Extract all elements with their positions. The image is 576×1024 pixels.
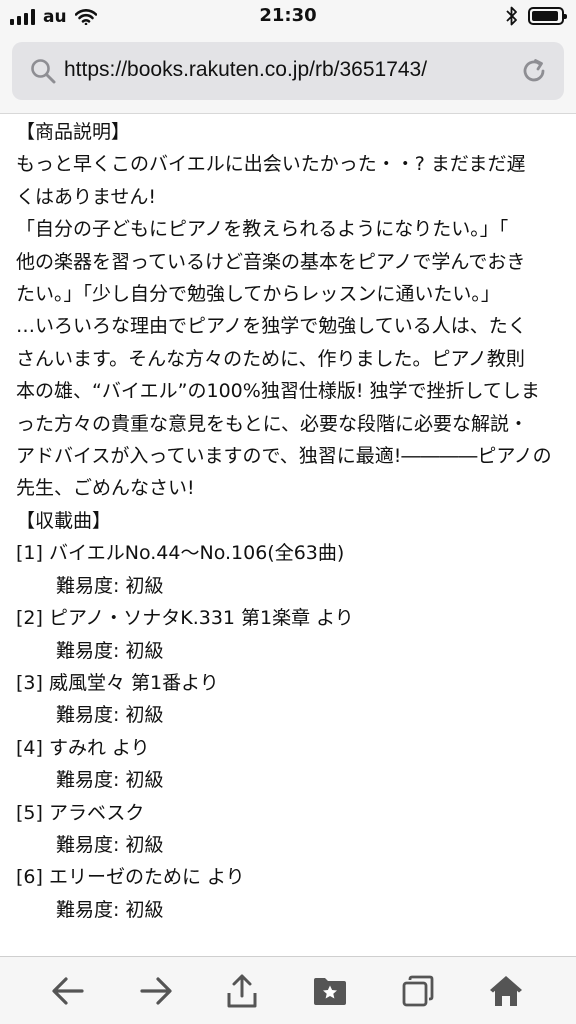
song-title: [5] アラベスク <box>16 801 145 824</box>
song-title: [1] バイエルNo.44〜No.106(全63曲) <box>16 542 345 565</box>
song-title: [2] ピアノ・ソナタK.331 第1楽章 より <box>16 607 354 630</box>
description-line: 「自分の子どもにピアノを教えられるようになりたい。」「 <box>16 218 509 241</box>
song-difficulty: 難易度: 初級 <box>56 833 164 856</box>
forward-icon <box>140 977 172 1005</box>
description-line: アドバイスが入っていますので、独習に最適!――――ピアノの <box>16 445 552 468</box>
clock: 21:30 <box>259 5 317 26</box>
home-icon <box>490 976 522 1006</box>
description-line: もっと早くこのバイエルに出会いたかった・・? まだまだ遅 <box>16 153 526 176</box>
product-description: 【商品説明】 もっと早くこのバイエルに出会いたかった・・? まだまだ遅 くはあり… <box>16 116 564 926</box>
song-difficulty: 難易度: 初級 <box>56 639 164 662</box>
back-button[interactable] <box>48 971 88 1011</box>
bookmarks-button[interactable] <box>310 971 350 1011</box>
song-difficulty: 難易度: 初級 <box>56 704 164 727</box>
reload-icon[interactable] <box>520 57 548 85</box>
description-line: くはありません! <box>16 185 157 208</box>
share-button[interactable] <box>222 971 262 1011</box>
description-line: 先生、ごめんなさい! <box>16 477 195 500</box>
bookmarks-icon <box>314 978 346 1005</box>
url-text[interactable]: https://books.rakuten.co.jp/rb/3651743/ <box>64 58 427 82</box>
search-icon <box>31 59 56 84</box>
battery-icon <box>528 7 567 25</box>
forward-button[interactable] <box>136 971 176 1011</box>
share-icon <box>227 974 257 1008</box>
bluetooth-icon <box>506 6 517 26</box>
tabs-icon <box>402 975 434 1007</box>
song-title: [3] 威風堂々 第1番より <box>16 671 219 694</box>
bottom-toolbar <box>0 956 576 1024</box>
song-difficulty: 難易度: 初級 <box>56 898 164 921</box>
description-line: さんいます。そんな方々のために、作りました。ピアノ教則 <box>16 347 525 370</box>
section-heading: 【収載曲】 <box>16 509 112 532</box>
description-line: 本の雄、“バイエル”の100%独習仕様版! 独学で挫折してしま <box>16 380 540 403</box>
song-difficulty: 難易度: 初級 <box>56 769 164 792</box>
description-line: った方々の貴重な意見をもとに、必要な段階に必要な解説・ <box>16 412 529 435</box>
description-line: たい。」「少し自分で勉強してからレッスンに通いたい。」 <box>16 283 500 306</box>
address-bar-area: https://books.rakuten.co.jp/rb/3651743/ <box>0 34 576 114</box>
address-bar[interactable]: https://books.rakuten.co.jp/rb/3651743/ <box>12 42 564 100</box>
back-icon <box>52 977 84 1005</box>
song-difficulty: 難易度: 初級 <box>56 574 164 597</box>
section-heading: 【商品説明】 <box>16 121 131 143</box>
song-title: [4] すみれ より <box>16 736 150 759</box>
status-bar: au 21:30 <box>0 0 576 34</box>
description-line: 他の楽器を習っているけど音楽の基本をピアノで学んでおき <box>16 250 526 273</box>
song-title: [6] エリーゼのために より <box>16 866 245 889</box>
tabs-button[interactable] <box>398 971 438 1011</box>
description-line: …いろいろな理由でピアノを独学で勉強している人は、たく <box>16 315 527 338</box>
home-button[interactable] <box>486 971 526 1011</box>
